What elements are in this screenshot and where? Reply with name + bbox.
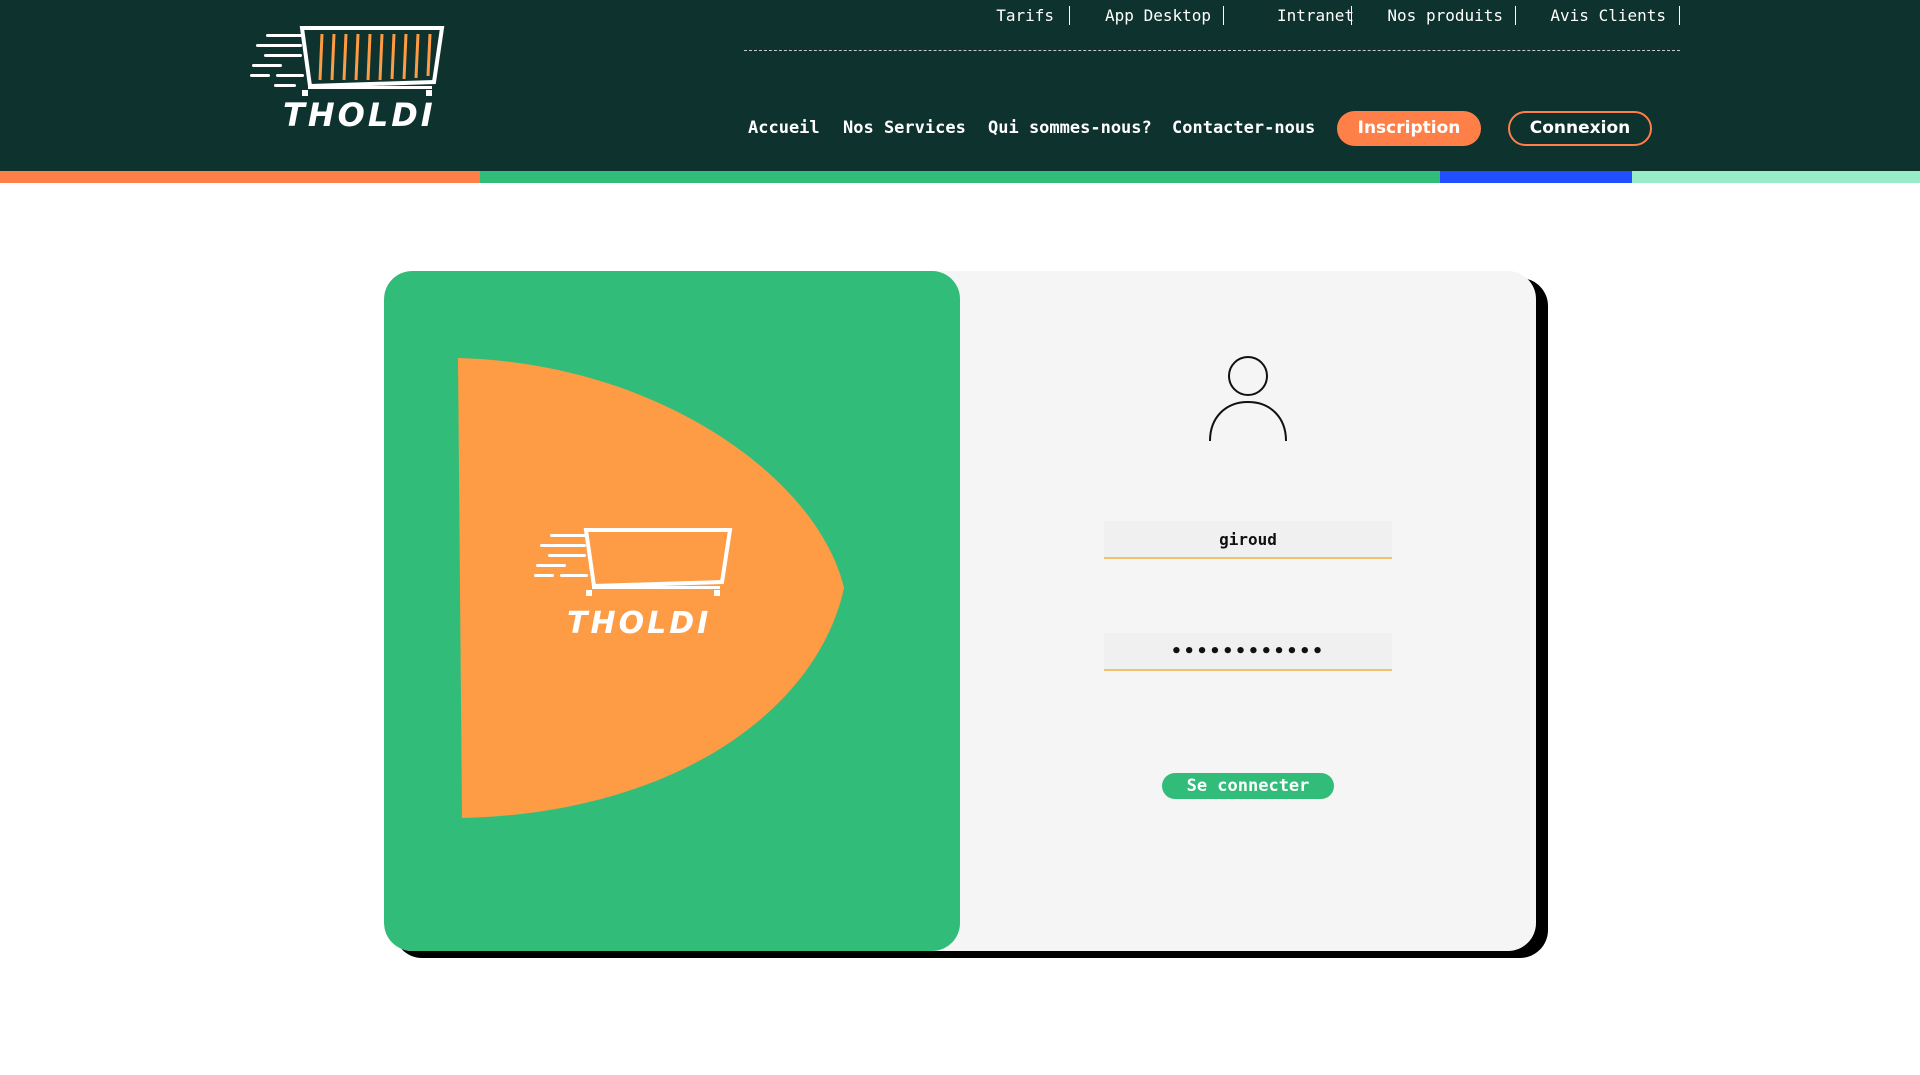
login-card: THOLDI Se connecter <box>384 271 1536 951</box>
site-header: THOLDI Tarifs App Desktop Intranet Nos p… <box>0 0 1920 171</box>
username-field[interactable] <box>1104 521 1392 559</box>
stripe-green <box>480 171 1440 183</box>
login-submit-button[interactable]: Se connecter <box>1162 773 1334 799</box>
nav-accueil[interactable]: Accueil <box>748 116 820 140</box>
topnav-separator <box>1679 6 1680 25</box>
topnav-separator <box>1223 6 1224 25</box>
topnav-divider <box>744 50 1680 51</box>
topnav-avis-clients[interactable]: Avis Clients <box>1540 6 1666 26</box>
topnav-nos-produits[interactable]: Nos produits <box>1380 6 1503 26</box>
inscription-button[interactable]: Inscription <box>1337 111 1481 146</box>
topnav-separator <box>1351 6 1352 25</box>
card-illustration-panel: THOLDI <box>384 271 960 951</box>
password-input[interactable] <box>1104 633 1392 669</box>
topnav-tarifs[interactable]: Tarifs <box>980 6 1054 26</box>
stripe-mint <box>1632 171 1920 183</box>
stripe-blue <box>1440 171 1632 183</box>
password-field[interactable] <box>1104 633 1392 671</box>
nav-qui-sommes-nous[interactable]: Qui sommes-nous? <box>988 116 1152 140</box>
topnav-app-desktop[interactable]: App Desktop <box>1096 6 1211 26</box>
logo-wordmark-large: THOLDI <box>567 606 712 641</box>
topnav-intranet[interactable]: Intranet <box>1260 6 1354 26</box>
user-icon <box>1209 356 1287 441</box>
stripe-orange <box>0 171 480 183</box>
username-input[interactable] <box>1104 521 1392 557</box>
connexion-button[interactable]: Connexion <box>1508 111 1652 146</box>
logo-wordmark: THOLDI <box>283 96 436 134</box>
topnav-separator <box>1069 6 1070 25</box>
nav-contacter-nous[interactable]: Contacter-nous <box>1172 116 1315 140</box>
topnav-separator <box>1515 6 1516 25</box>
tholdi-logo-large <box>534 528 733 596</box>
nav-nos-services[interactable]: Nos Services <box>843 116 966 140</box>
